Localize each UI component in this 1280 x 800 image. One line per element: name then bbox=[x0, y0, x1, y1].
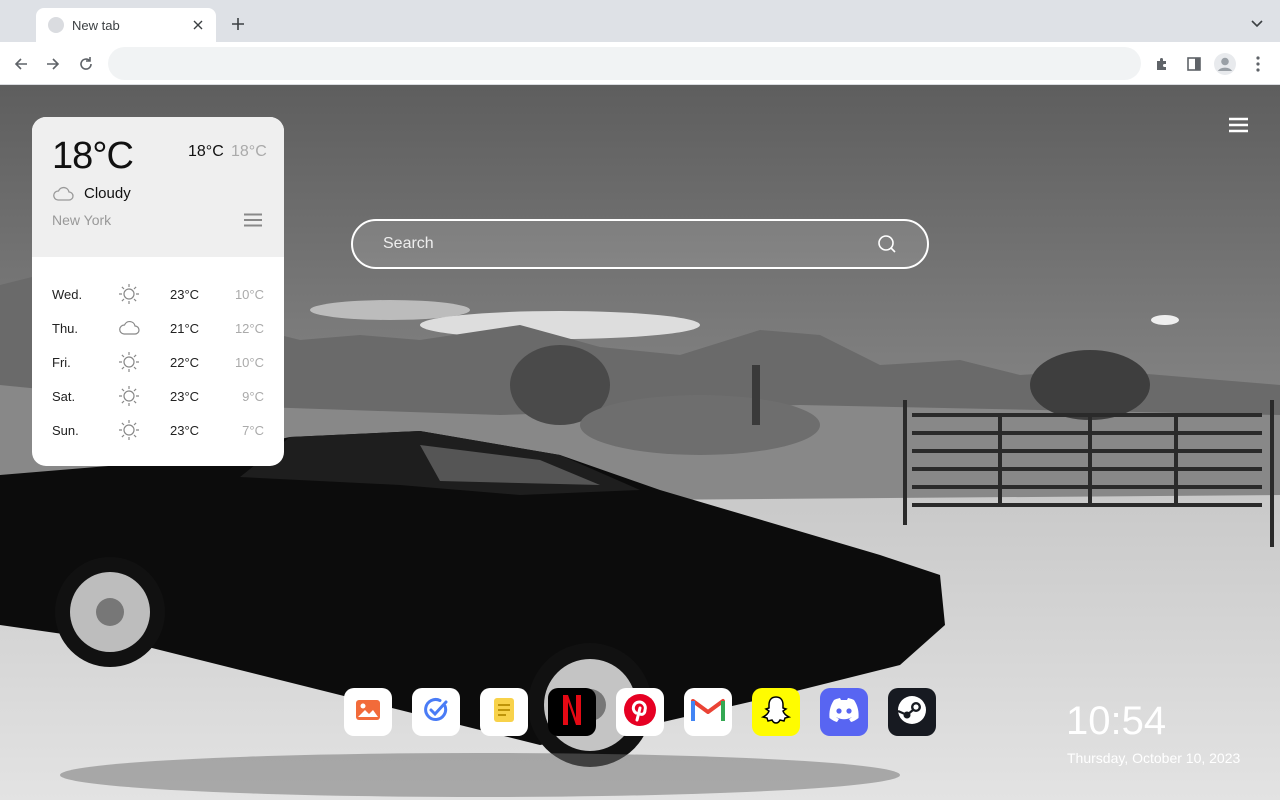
profile-avatar[interactable] bbox=[1214, 53, 1236, 75]
discord-icon bbox=[827, 697, 861, 728]
app-gmail[interactable] bbox=[684, 688, 732, 736]
forecast-high: 23°C bbox=[170, 286, 200, 302]
browser-toolbar bbox=[0, 42, 1280, 85]
image-icon bbox=[355, 699, 381, 726]
search-bar bbox=[351, 219, 929, 269]
today-high: 18°C bbox=[188, 143, 224, 160]
cloud-icon bbox=[118, 317, 140, 339]
forecast-day: Sun. bbox=[52, 422, 79, 438]
sun-icon bbox=[118, 351, 140, 373]
search-input[interactable] bbox=[383, 235, 877, 253]
app-dock bbox=[344, 688, 936, 736]
cloud-icon bbox=[52, 186, 74, 202]
app-notes[interactable] bbox=[480, 688, 528, 736]
forecast-row: Sat. 23°C 9°C bbox=[52, 379, 264, 413]
snapchat-icon bbox=[760, 694, 792, 731]
side-panel-icon[interactable] bbox=[1183, 53, 1205, 75]
weather-current: 18°C 18°C 18°C Cloudy New York bbox=[32, 117, 284, 257]
forecast-day: Fri. bbox=[52, 354, 71, 370]
favicon-icon bbox=[48, 17, 64, 33]
forecast-high: 23°C bbox=[170, 388, 200, 404]
forecast-day: Wed. bbox=[52, 286, 83, 302]
sun-icon bbox=[118, 419, 140, 441]
app-discord[interactable] bbox=[820, 688, 868, 736]
forecast-list: Wed. 23°C 10°C Thu. 21°C 12°C Fri. 22°C … bbox=[32, 257, 284, 447]
forecast-day: Thu. bbox=[52, 320, 79, 336]
netflix-icon bbox=[562, 694, 582, 731]
extensions-icon[interactable] bbox=[1151, 53, 1173, 75]
gmail-icon bbox=[691, 697, 725, 728]
app-photos[interactable] bbox=[344, 688, 392, 736]
pinterest-icon bbox=[623, 693, 657, 732]
forward-button[interactable] bbox=[42, 53, 64, 75]
tab-title: New tab bbox=[72, 17, 120, 33]
today-low: 18°C bbox=[231, 143, 267, 160]
forecast-row: Wed. 23°C 10°C bbox=[52, 277, 264, 311]
new-tab-button[interactable] bbox=[228, 14, 248, 34]
app-steam[interactable] bbox=[888, 688, 936, 736]
forecast-row: Fri. 22°C 10°C bbox=[52, 345, 264, 379]
forecast-day: Sat. bbox=[52, 388, 76, 404]
new-tab-page: 18°C 18°C 18°C Cloudy New York Wed. 23°C… bbox=[0, 85, 1280, 800]
back-button[interactable] bbox=[10, 53, 32, 75]
app-tasks[interactable] bbox=[412, 688, 460, 736]
weather-menu-icon[interactable] bbox=[244, 213, 262, 227]
check-circle-icon bbox=[423, 697, 449, 728]
tab-strip: New tab bbox=[0, 0, 1280, 42]
chevron-down-icon[interactable] bbox=[1250, 16, 1266, 32]
forecast-row: Thu. 21°C 12°C bbox=[52, 311, 264, 345]
notes-icon bbox=[493, 697, 515, 728]
steam-icon bbox=[896, 694, 928, 731]
clock-date: Thursday, October 10, 2023 bbox=[1067, 750, 1241, 766]
city-label: New York bbox=[52, 212, 112, 228]
menu-icon[interactable] bbox=[1229, 117, 1248, 133]
tab-new-tab[interactable]: New tab bbox=[36, 8, 216, 42]
forecast-row: Sun. 23°C 7°C bbox=[52, 413, 264, 447]
reload-button[interactable] bbox=[75, 53, 97, 75]
forecast-low: 10°C bbox=[234, 354, 264, 370]
forecast-high: 23°C bbox=[170, 422, 200, 438]
forecast-low: 10°C bbox=[234, 286, 264, 302]
condition-label: Cloudy bbox=[84, 185, 131, 202]
forecast-high: 21°C bbox=[170, 320, 200, 336]
search-icon[interactable] bbox=[877, 234, 897, 254]
clock-time: 10:54 bbox=[1066, 699, 1167, 743]
weather-widget[interactable]: 18°C 18°C 18°C Cloudy New York Wed. 23°C… bbox=[32, 117, 284, 466]
weather-condition: Cloudy bbox=[52, 185, 131, 202]
forecast-low: 7°C bbox=[242, 422, 264, 438]
address-bar[interactable] bbox=[108, 47, 1141, 80]
forecast-low: 9°C bbox=[242, 388, 264, 404]
sun-icon bbox=[118, 385, 140, 407]
close-icon[interactable] bbox=[190, 17, 206, 33]
app-snapchat[interactable] bbox=[752, 688, 800, 736]
forecast-high: 22°C bbox=[170, 354, 200, 370]
forecast-low: 12°C bbox=[234, 320, 264, 336]
more-vert-icon[interactable] bbox=[1247, 53, 1269, 75]
app-pinterest[interactable] bbox=[616, 688, 664, 736]
sun-icon bbox=[118, 283, 140, 305]
app-netflix[interactable] bbox=[548, 688, 596, 736]
